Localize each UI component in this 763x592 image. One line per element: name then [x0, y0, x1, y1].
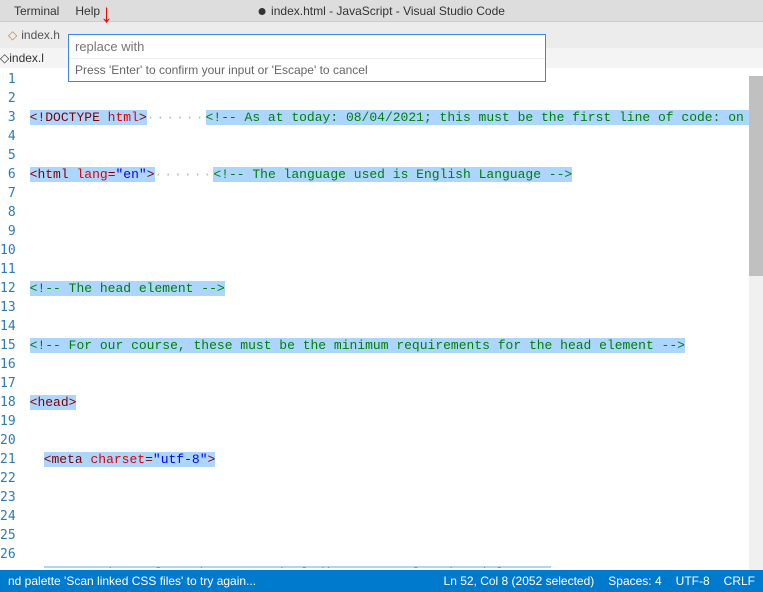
- tab-index-h[interactable]: index.h: [21, 28, 66, 42]
- status-cursor-position[interactable]: Ln 52, Col 8 (2052 selected): [444, 574, 595, 588]
- tab-icon: ◇: [0, 28, 21, 42]
- menu-help[interactable]: Help: [67, 4, 108, 18]
- statusbar: nd palette 'Scan linked CSS files' to tr…: [0, 570, 763, 592]
- line-gutter: 1234567891011121314151617181920212223242…: [0, 68, 30, 568]
- status-encoding[interactable]: UTF-8: [676, 574, 710, 588]
- code-area[interactable]: <!DOCTYPE html>······<!-- As at today: 0…: [30, 68, 763, 568]
- tab-index-l[interactable]: index.l: [9, 51, 44, 65]
- status-indent[interactable]: Spaces: 4: [608, 574, 661, 588]
- status-eol[interactable]: CRLF: [724, 574, 755, 588]
- modified-dot-icon: [258, 8, 265, 15]
- window-title: index.html - JavaScript - Visual Studio …: [258, 4, 505, 18]
- vertical-scrollbar[interactable]: [749, 76, 763, 570]
- replace-dialog: Press 'Enter' to confirm your input or '…: [68, 34, 546, 82]
- status-message: nd palette 'Scan linked CSS files' to tr…: [8, 574, 256, 588]
- code-editor[interactable]: 1234567891011121314151617181920212223242…: [0, 68, 763, 568]
- replace-hint: Press 'Enter' to confirm your input or '…: [69, 58, 545, 81]
- menu-terminal[interactable]: Terminal: [6, 4, 67, 18]
- replace-input[interactable]: [69, 35, 545, 58]
- menubar: Terminal Help index.html - JavaScript - …: [0, 0, 763, 22]
- scrollbar-thumb[interactable]: [749, 76, 763, 276]
- tab-icon: ◇: [0, 51, 9, 65]
